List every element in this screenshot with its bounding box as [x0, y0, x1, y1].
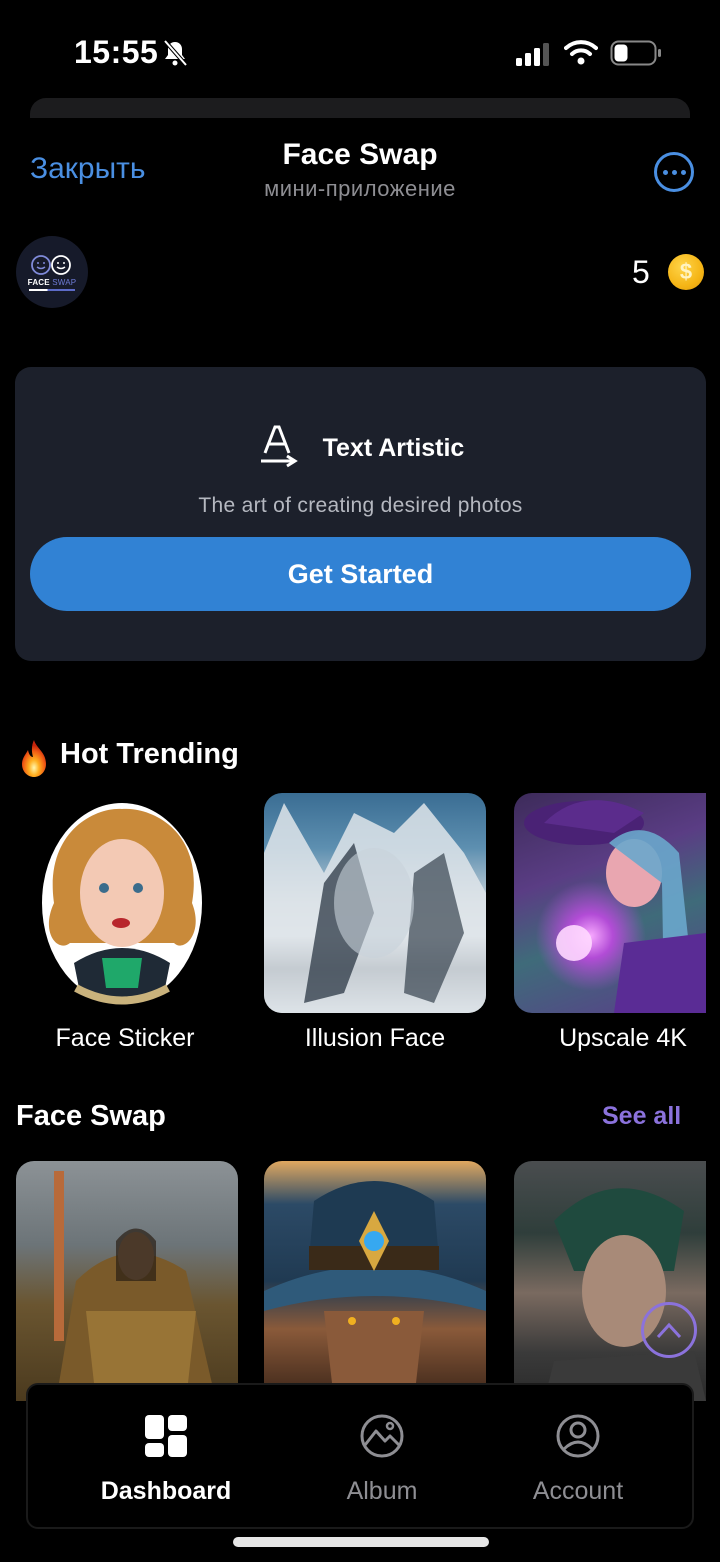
face-swap-card-cowboy[interactable] [264, 1161, 486, 1401]
scroll-to-top-button[interactable] [641, 1302, 697, 1358]
hot-trending-title: Hot Trending [60, 738, 239, 770]
promo-heading: Text Artistic [15, 423, 706, 473]
face-sticker-thumbnail [42, 803, 202, 1005]
see-all-link[interactable]: See all [602, 1102, 681, 1131]
bottom-navigation: Dashboard Album Account [26, 1383, 694, 1529]
signal-icon [516, 43, 549, 66]
mini-app-header: Закрыть Face Swap мини-приложение [0, 130, 720, 210]
home-indicator[interactable] [233, 1537, 489, 1547]
app-subtitle: мини-приложение [264, 176, 456, 201]
more-dot [671, 169, 677, 175]
wifi-icon [564, 40, 598, 65]
coin-symbol: $ [679, 259, 693, 284]
coin-icon[interactable]: $ [668, 254, 704, 290]
trending-label: Illusion Face [304, 1024, 446, 1052]
sheet-top-edge [30, 98, 690, 118]
fire-icon [22, 740, 46, 777]
logo-text-primary: FACE [27, 277, 50, 287]
app-title: Face Swap [282, 138, 438, 171]
battery-icon [610, 40, 661, 66]
trending-label: Upscale 4K [559, 1024, 687, 1052]
app-logo[interactable]: FACE SWAP [16, 236, 88, 308]
get-started-button[interactable]: Get Started [30, 537, 691, 611]
logo-text: FACE SWAP [28, 278, 77, 287]
album-icon [360, 1414, 404, 1458]
account-icon [556, 1414, 600, 1458]
status-time: 15:55 [74, 34, 159, 70]
green-hair-thumbnail [544, 1188, 706, 1401]
more-dot [680, 169, 686, 175]
cowboy-thumbnail [264, 1181, 486, 1401]
bell-slash-icon [163, 39, 188, 67]
face-swap-card-green-hair[interactable] [514, 1161, 706, 1401]
warrior-thumbnail [54, 1171, 216, 1401]
face-swap-card-warrior[interactable] [16, 1161, 238, 1401]
nav-item-account[interactable]: Account [478, 1385, 678, 1531]
illusion-face-thumbnail [264, 803, 486, 1013]
trending-card-illusion-face[interactable] [264, 793, 486, 1013]
logo-underline [29, 288, 75, 291]
chevron-up-icon [656, 1322, 682, 1339]
nav-label: Dashboard [100, 1477, 232, 1505]
face-swap-logo-icon [31, 254, 71, 275]
status-bar: 15:55 [0, 0, 720, 100]
dashboard-icon [145, 1415, 187, 1457]
nav-label: Account [532, 1477, 624, 1505]
more-options-button[interactable] [654, 152, 694, 192]
trending-card-face-sticker[interactable] [14, 793, 236, 1013]
promo-subtitle: The art of creating desired photos [198, 494, 523, 517]
upscale-4k-thumbnail [524, 800, 706, 1013]
promo-title: Text Artistic [322, 433, 465, 462]
logo-text-secondary: SWAP [52, 277, 77, 287]
nav-item-dashboard[interactable]: Dashboard [66, 1385, 266, 1531]
text-artistic-card: Text Artistic The art of creating desire… [15, 367, 706, 661]
more-dot [662, 169, 668, 175]
nav-item-album[interactable]: Album [282, 1385, 482, 1531]
trending-label: Face Sticker [55, 1024, 195, 1052]
trending-card-upscale-4k[interactable] [514, 793, 706, 1013]
text-artistic-icon [260, 425, 298, 468]
coin-balance: 5 [632, 254, 650, 290]
face-swap-section-title: Face Swap [16, 1100, 166, 1132]
nav-label: Album [346, 1477, 418, 1505]
